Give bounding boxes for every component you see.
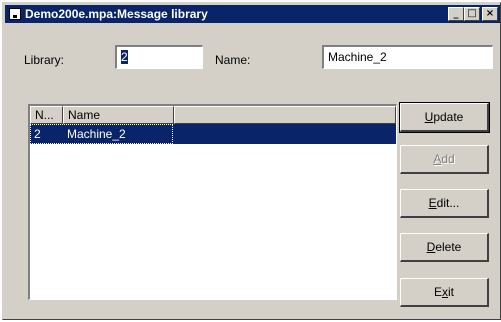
exit-label-start: E bbox=[433, 285, 442, 299]
column-header-number[interactable]: N... bbox=[30, 106, 63, 124]
update-mnemonic: U bbox=[424, 110, 434, 124]
window-title: Demo200e.mpa:Message library bbox=[25, 7, 208, 21]
name-value: Machine_2 bbox=[328, 50, 387, 64]
maximize-button[interactable]: □ bbox=[464, 7, 480, 21]
minimize-button[interactable]: _ bbox=[448, 7, 464, 21]
name-label: Name: bbox=[215, 53, 251, 67]
close-button[interactable]: × bbox=[482, 7, 498, 21]
library-value: 2 bbox=[121, 50, 128, 64]
delete-button[interactable]: Delete bbox=[400, 233, 489, 262]
delete-mnemonic: D bbox=[426, 240, 436, 254]
column-header-name[interactable]: Name bbox=[63, 106, 174, 124]
name-field[interactable]: Machine_2 bbox=[322, 45, 493, 69]
add-label: dd bbox=[441, 152, 455, 166]
exit-button[interactable]: Exit bbox=[400, 278, 489, 307]
edit-label: dit... bbox=[436, 196, 460, 210]
message-library-window: Demo200e.mpa:Message library _ □ × Libra… bbox=[2, 2, 501, 320]
column-header-extra[interactable] bbox=[174, 106, 396, 124]
update-label: pdate bbox=[433, 110, 464, 124]
update-button[interactable]: Update bbox=[399, 102, 490, 133]
app-icon[interactable] bbox=[9, 8, 21, 20]
focus-rectangle bbox=[30, 124, 173, 144]
title-bar[interactable]: Demo200e.mpa:Message library _ □ × bbox=[5, 5, 500, 23]
library-label: Library: bbox=[24, 53, 65, 67]
edit-button[interactable]: Edit... bbox=[400, 189, 489, 218]
exit-label: it bbox=[448, 285, 454, 299]
list-row[interactable]: 2 Machine_2 bbox=[30, 124, 396, 144]
add-button[interactable]: Add bbox=[400, 145, 489, 174]
edit-mnemonic: E bbox=[428, 196, 437, 210]
delete-label: elete bbox=[435, 240, 462, 254]
message-list[interactable]: N... Name 2 Machine_2 bbox=[28, 104, 397, 300]
library-field[interactable]: 2 bbox=[115, 45, 203, 69]
